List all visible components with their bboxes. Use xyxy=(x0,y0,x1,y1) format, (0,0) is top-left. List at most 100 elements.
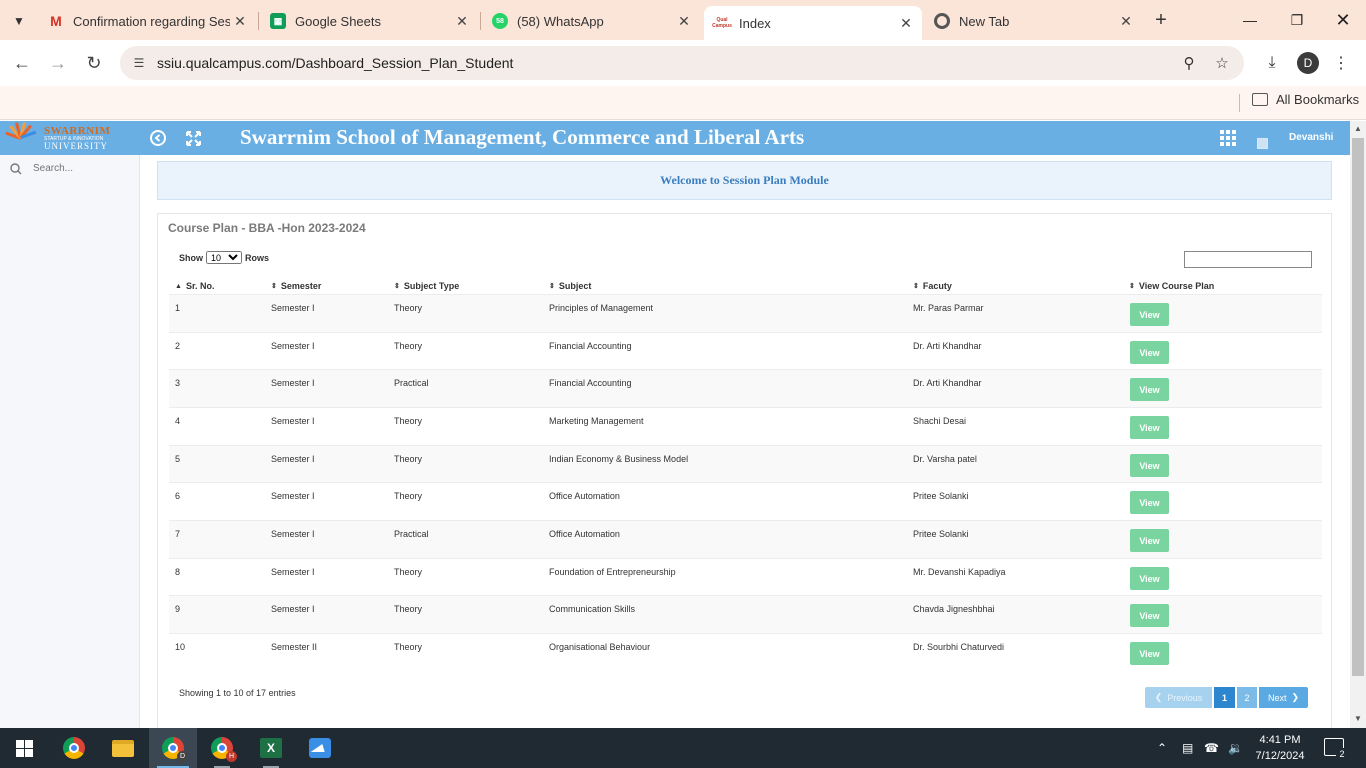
cell-sr-no: 2 xyxy=(175,341,181,351)
column-header-semester[interactable]: ⇕ Semester xyxy=(271,281,321,291)
tab-new-tab[interactable]: New Tab ✕ xyxy=(924,6,1142,36)
sidebar-search-input[interactable] xyxy=(33,163,133,174)
bookmark-star-icon[interactable]: ☆ xyxy=(1212,53,1232,73)
swarrnim-logo[interactable]: SWARRNIM STARTUP & INNOVATION UNIVERSITY xyxy=(0,121,124,155)
page-scrollbar[interactable]: ▲ ▼ xyxy=(1350,121,1366,728)
rows-per-page: Show 10 Rows xyxy=(179,251,269,264)
column-header-sr-no[interactable]: ▲ Sr. No. xyxy=(175,281,214,291)
page-1-button[interactable]: 1 xyxy=(1213,686,1236,709)
table-row: 9 Semester I Theory Communication Skills Cha… xyxy=(169,595,1322,633)
window-close-icon[interactable]: ✕ xyxy=(1331,8,1355,32)
user-avatar[interactable] xyxy=(1257,138,1268,149)
close-icon[interactable]: ✕ xyxy=(452,11,472,31)
back-icon[interactable]: ← xyxy=(10,51,34,75)
cell-subject: Communication Skills xyxy=(549,604,636,614)
tab-index[interactable]: Qual Campus Index ✕ xyxy=(704,6,922,40)
excel-icon: X xyxy=(260,738,282,758)
zoom-icon[interactable]: ⚲ xyxy=(1179,53,1199,73)
view-course-plan-button[interactable]: View xyxy=(1130,416,1169,439)
tab-whatsapp[interactable]: 58 (58) WhatsApp ✕ xyxy=(482,6,700,36)
all-bookmarks-button[interactable]: All Bookmarks xyxy=(1252,92,1359,107)
column-header-subject-type[interactable]: ⇕ Subject Type xyxy=(394,281,459,291)
restore-icon[interactable]: ❐ xyxy=(1285,8,1309,32)
column-header-subject[interactable]: ⇕ Subject xyxy=(549,281,591,291)
cell-faculty: Pritee Solanki xyxy=(913,529,969,539)
close-icon[interactable]: ✕ xyxy=(1116,11,1136,31)
fullscreen-icon[interactable] xyxy=(183,128,203,148)
menu-kebab-icon[interactable]: ⋮ xyxy=(1330,52,1352,74)
folder-icon xyxy=(1252,93,1268,106)
column-header-view-course-plan[interactable]: ⇕ View Course Plan xyxy=(1129,281,1214,291)
cell-subject-type: Practical xyxy=(394,529,429,539)
network-icon[interactable]: ☎ xyxy=(1204,728,1219,768)
cell-faculty: Chavda Jigneshbhai xyxy=(913,604,995,614)
page-2-button[interactable]: 2 xyxy=(1236,686,1258,709)
previous-page-button[interactable]: ❮ Previous xyxy=(1144,686,1213,709)
rows-select[interactable]: 10 xyxy=(206,251,242,264)
reload-icon[interactable]: ↻ xyxy=(82,51,106,75)
back-circle-icon[interactable] xyxy=(148,128,168,148)
taskbar-excel[interactable]: X xyxy=(247,728,295,768)
search-icon xyxy=(10,163,23,176)
view-course-plan-button[interactable]: View xyxy=(1130,454,1169,477)
forward-icon[interactable]: → xyxy=(46,51,70,75)
close-icon[interactable]: ✕ xyxy=(674,11,694,31)
scroll-up-icon[interactable]: ▲ xyxy=(1354,124,1362,133)
address-bar[interactable]: ☰ ssiu.qualcampus.com/Dashboard_Session_… xyxy=(120,46,1244,80)
view-course-plan-button[interactable]: View xyxy=(1130,378,1169,401)
table-row: 5 Semester I Theory Indian Economy & Busine… xyxy=(169,445,1322,483)
view-course-plan-button[interactable]: View xyxy=(1130,341,1169,364)
minimize-icon[interactable]: — xyxy=(1238,8,1262,32)
scroll-down-icon[interactable]: ▼ xyxy=(1354,714,1362,723)
view-course-plan-button[interactable]: View xyxy=(1130,491,1169,514)
table-search-input[interactable] xyxy=(1184,251,1312,268)
view-course-plan-button[interactable]: View xyxy=(1130,567,1169,590)
profile-avatar[interactable]: D xyxy=(1297,52,1319,74)
clock-date: 7/12/2024 xyxy=(1255,750,1305,762)
taskbar-file-explorer[interactable] xyxy=(99,728,147,768)
sort-asc-icon: ▲ xyxy=(175,282,182,290)
view-course-plan-button[interactable]: View xyxy=(1130,642,1169,665)
system-clock[interactable]: 4:41 PM 7/12/2024 xyxy=(1255,732,1305,764)
taskbar-paint[interactable] xyxy=(296,728,344,768)
close-icon[interactable]: ✕ xyxy=(896,13,916,33)
cell-subject-type: Theory xyxy=(394,341,423,351)
sidebar xyxy=(0,155,140,728)
windows-start-button[interactable] xyxy=(0,728,48,768)
url-text[interactable]: ssiu.qualcampus.com/Dashboard_Session_Pl… xyxy=(157,55,513,71)
new-tab-button[interactable]: + xyxy=(1150,9,1172,31)
close-icon[interactable]: ✕ xyxy=(230,11,250,31)
gmail-icon: M xyxy=(50,13,62,29)
sort-icon: ⇕ xyxy=(271,283,277,290)
table-row: 2 Semester I Theory Financial Accounting Dr.… xyxy=(169,332,1322,370)
apps-grid-icon[interactable] xyxy=(1220,130,1236,146)
cell-sr-no: 10 xyxy=(175,642,186,652)
tab-divider xyxy=(258,12,259,30)
scrollbar-thumb[interactable] xyxy=(1352,138,1364,676)
sheets-icon: ▦ xyxy=(270,13,286,29)
taskbar-chrome-profile-h[interactable]: H xyxy=(198,728,246,768)
view-course-plan-button[interactable]: View xyxy=(1130,604,1169,627)
cell-sr-no: 6 xyxy=(175,491,181,501)
tab-search-chevron-icon[interactable]: ▼ xyxy=(6,8,32,34)
view-course-plan-button[interactable]: View xyxy=(1130,303,1169,326)
column-header-faculty[interactable]: ⇕ Facuty xyxy=(913,281,952,291)
taskbar-chrome[interactable] xyxy=(50,728,98,768)
download-icon[interactable]: ⤓ xyxy=(1261,52,1283,74)
taskbar-chrome-profile-d[interactable]: D xyxy=(149,728,197,768)
show-hidden-icons-chevron-icon[interactable]: ⌃ xyxy=(1157,728,1167,768)
tab-gmail[interactable]: M Confirmation regarding Sess ✕ xyxy=(38,6,256,36)
device-icon[interactable]: ▤ xyxy=(1182,728,1193,768)
file-explorer-icon xyxy=(112,739,134,757)
tab-google-sheets[interactable]: ▦ Google Sheets ✕ xyxy=(260,6,478,36)
site-info-icon[interactable]: ☰ xyxy=(130,54,148,72)
paint-icon xyxy=(309,738,331,758)
volume-icon[interactable]: 🔉 xyxy=(1228,728,1243,768)
qualcampus-icon: Qual Campus xyxy=(712,17,732,29)
sort-icon: ⇕ xyxy=(913,283,919,290)
tab-title: New Tab xyxy=(959,13,1010,29)
view-course-plan-button[interactable]: View xyxy=(1130,529,1169,552)
next-page-button[interactable]: Next ❯ xyxy=(1258,686,1309,709)
user-name[interactable]: Devanshi xyxy=(1289,132,1333,143)
cell-semester: Semester I xyxy=(271,378,315,388)
